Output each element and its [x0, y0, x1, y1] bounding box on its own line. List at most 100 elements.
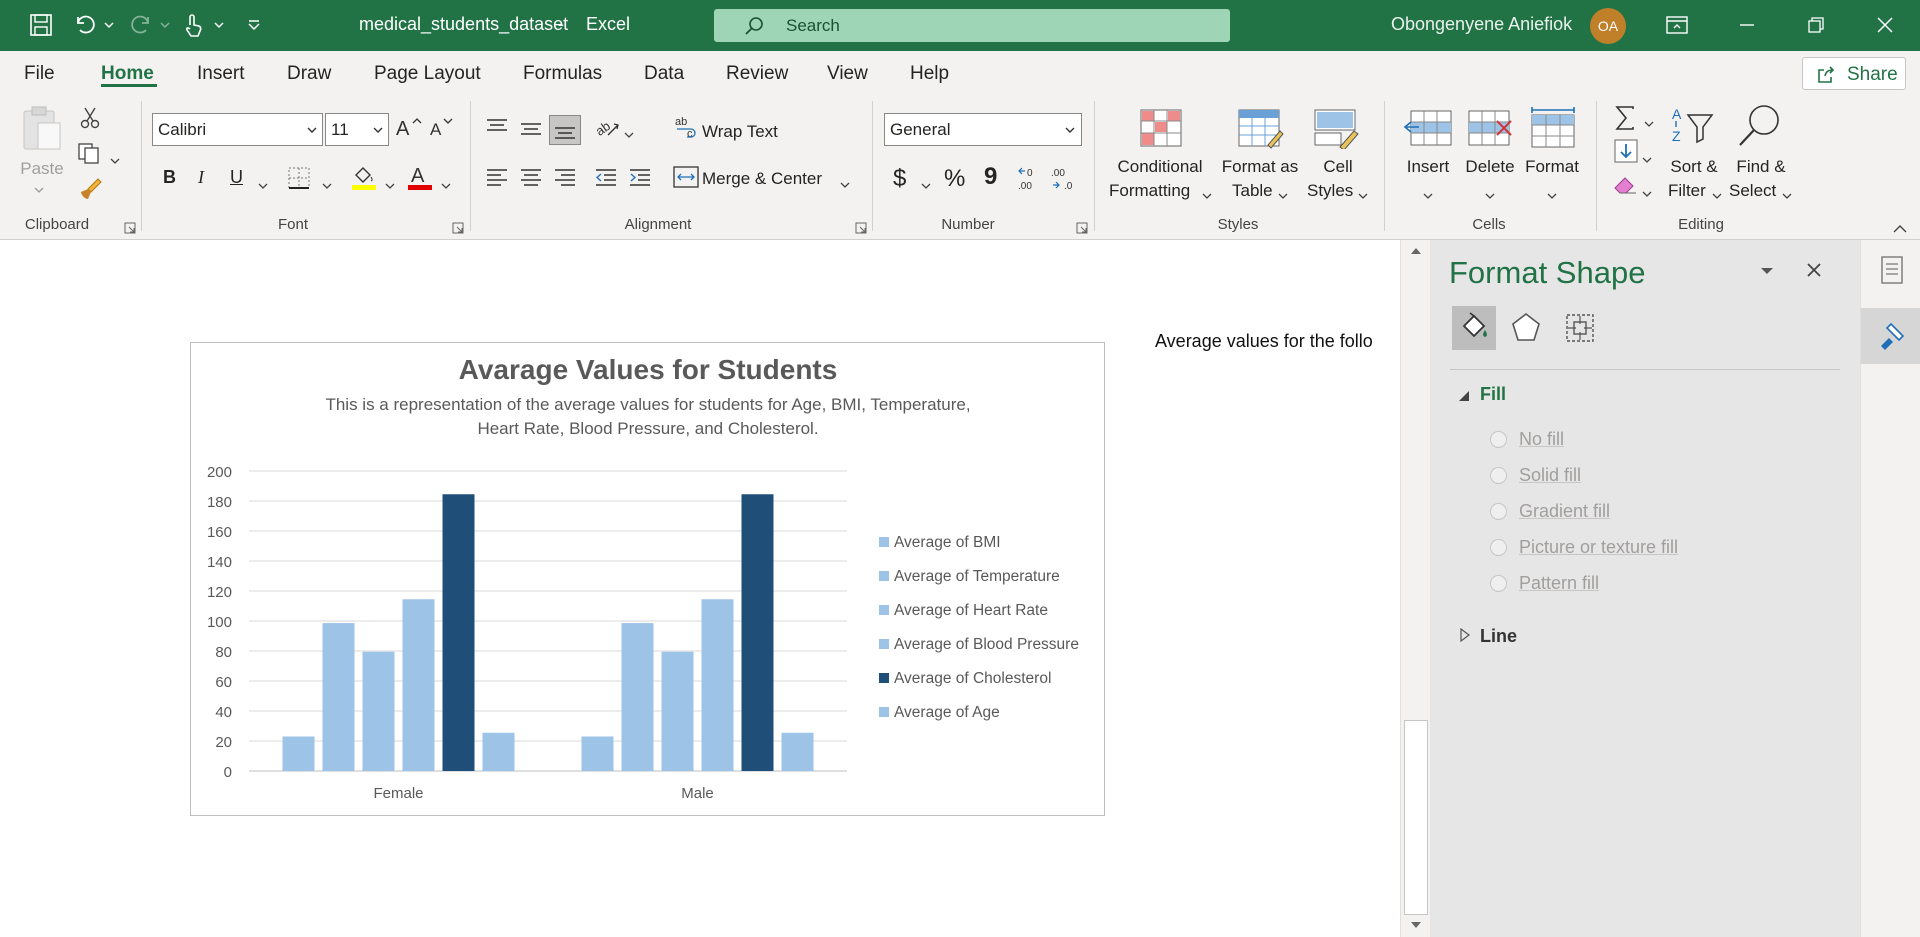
- wrap-text-icon[interactable]: ab c: [675, 115, 699, 144]
- merge-center-button[interactable]: Merge & Center: [702, 169, 822, 189]
- format-as-table-dropdown-icon[interactable]: [1278, 187, 1288, 205]
- fill-down-dropdown-icon[interactable]: [1642, 151, 1652, 169]
- bar[interactable]: [701, 599, 734, 771]
- size-properties-icon[interactable]: [1564, 312, 1596, 344]
- font-color-icon[interactable]: A: [407, 163, 433, 196]
- italic-button[interactable]: I: [198, 167, 204, 188]
- line-section-header[interactable]: Line: [1480, 626, 1517, 647]
- restore-icon[interactable]: [1803, 12, 1829, 38]
- fill-line-tab[interactable]: [1452, 306, 1496, 350]
- format-shape-toggle[interactable]: [1861, 308, 1920, 364]
- align-bottom-icon[interactable]: [549, 115, 581, 145]
- bar[interactable]: [741, 494, 774, 771]
- align-center-icon[interactable]: [519, 167, 543, 192]
- comma-style-button[interactable]: 9: [984, 163, 997, 191]
- bar[interactable]: [362, 651, 395, 771]
- vertical-scrollbar[interactable]: [1400, 240, 1430, 937]
- tab-formulas[interactable]: Formulas: [523, 63, 602, 85]
- tab-help[interactable]: Help: [910, 63, 949, 85]
- tab-view[interactable]: View: [827, 63, 868, 85]
- touch-mode-icon[interactable]: [180, 12, 206, 38]
- wrap-text-button[interactable]: Wrap Text: [702, 122, 778, 142]
- format-as-table-label-2[interactable]: Table: [1232, 179, 1273, 203]
- minimize-icon[interactable]: [1734, 12, 1760, 38]
- sort-filter-label-2[interactable]: Filter: [1668, 179, 1706, 203]
- currency-dropdown-icon[interactable]: [921, 177, 931, 195]
- sort-filter-icon[interactable]: AZ: [1670, 105, 1714, 154]
- merge-dropdown-icon[interactable]: [840, 176, 850, 194]
- increase-decimal-icon[interactable]: 0.00: [1016, 165, 1044, 196]
- find-select-dropdown-icon[interactable]: [1782, 187, 1792, 205]
- format-painter-icon[interactable]: [78, 177, 102, 206]
- user-name[interactable]: Obongenyene Aniefiok: [1391, 14, 1572, 35]
- fill-expanded-icon[interactable]: [1458, 390, 1470, 402]
- borders-dropdown-icon[interactable]: [322, 177, 332, 195]
- pattern-fill-radio[interactable]: [1490, 575, 1507, 592]
- fill-color-icon[interactable]: [351, 163, 377, 196]
- no-fill-radio[interactable]: [1490, 431, 1507, 448]
- align-right-icon[interactable]: [553, 167, 577, 192]
- picture-fill-radio[interactable]: [1490, 539, 1507, 556]
- delete-cells-icon[interactable]: [1467, 109, 1515, 154]
- font-name-box[interactable]: Calibri: [152, 113, 323, 146]
- ribbon-display-options-icon[interactable]: [1664, 12, 1690, 38]
- scroll-down-icon[interactable]: [1410, 920, 1422, 930]
- font-color-dropdown-icon[interactable]: [441, 177, 451, 195]
- conditional-formatting-label-1[interactable]: Conditional: [1117, 155, 1202, 179]
- customize-toolbar-icon[interactable]: [244, 12, 264, 38]
- legend-entry[interactable]: Average of Temperature: [894, 568, 1060, 585]
- borders-icon[interactable]: [287, 166, 311, 195]
- fill-color-dropdown-icon[interactable]: [385, 177, 395, 195]
- bar[interactable]: [621, 623, 654, 771]
- clear-dropdown-icon[interactable]: [1642, 185, 1652, 203]
- legend-entry[interactable]: Average of Age: [894, 704, 1000, 721]
- number-format-dropdown-icon[interactable]: [1065, 126, 1075, 134]
- delete-cells-dropdown-icon[interactable]: [1485, 187, 1495, 205]
- cell-styles-label-1[interactable]: Cell: [1323, 155, 1352, 179]
- effects-pentagon-icon[interactable]: [1510, 312, 1542, 344]
- bar[interactable]: [402, 599, 435, 771]
- paste-dropdown-icon[interactable]: [34, 181, 44, 199]
- undo-dropdown-icon[interactable]: [102, 12, 116, 38]
- document-properties-icon[interactable]: [1881, 256, 1903, 284]
- tab-insert[interactable]: Insert: [197, 63, 245, 85]
- solid-fill-radio[interactable]: [1490, 467, 1507, 484]
- font-launcher-icon[interactable]: [452, 221, 464, 239]
- conditional-formatting-dropdown-icon[interactable]: [1202, 187, 1212, 205]
- tab-review[interactable]: Review: [726, 63, 788, 85]
- font-name-dropdown-icon[interactable]: [307, 126, 317, 134]
- autosum-icon[interactable]: [1614, 105, 1636, 136]
- bold-button[interactable]: B: [163, 167, 176, 188]
- cell-styles-icon[interactable]: [1314, 109, 1360, 154]
- share-button[interactable]: Share: [1802, 57, 1906, 90]
- percent-button[interactable]: %: [944, 165, 965, 193]
- orientation-dropdown-icon[interactable]: [624, 126, 634, 144]
- bar[interactable]: [282, 736, 315, 772]
- decrease-indent-icon[interactable]: [594, 167, 618, 192]
- cut-icon[interactable]: [80, 107, 100, 134]
- format-as-table-label-1[interactable]: Format as: [1222, 155, 1299, 179]
- save-icon[interactable]: [28, 12, 54, 38]
- delete-cells-button[interactable]: Delete: [1465, 155, 1514, 179]
- cell-text[interactable]: Average values for the follo: [1155, 331, 1400, 352]
- underline-dropdown-icon[interactable]: [258, 177, 268, 195]
- sort-filter-label-1[interactable]: Sort &: [1670, 155, 1717, 179]
- collapse-ribbon-icon[interactable]: [1893, 221, 1907, 239]
- merge-center-icon[interactable]: [673, 165, 699, 194]
- touch-dropdown-icon[interactable]: [212, 12, 226, 38]
- find-select-label-1[interactable]: Find &: [1736, 155, 1785, 179]
- autosum-dropdown-icon[interactable]: [1644, 115, 1654, 133]
- legend-entry[interactable]: Average of Cholesterol: [894, 670, 1051, 687]
- close-window-icon[interactable]: [1872, 12, 1898, 38]
- font-size-box[interactable]: 11: [325, 113, 389, 146]
- bar[interactable]: [661, 651, 694, 771]
- format-cells-icon[interactable]: [1530, 105, 1576, 154]
- format-cells-dropdown-icon[interactable]: [1547, 187, 1557, 205]
- bar[interactable]: [482, 732, 515, 771]
- tab-page-layout[interactable]: Page Layout: [374, 63, 481, 85]
- clipboard-launcher-icon[interactable]: [124, 221, 136, 239]
- chart-subtitle-line-2[interactable]: Heart Rate, Blood Pressure, and Choleste…: [477, 419, 818, 438]
- redo-dropdown-icon[interactable]: [158, 12, 172, 38]
- avatar[interactable]: OA: [1590, 8, 1626, 44]
- conditional-formatting-icon[interactable]: [1140, 109, 1182, 152]
